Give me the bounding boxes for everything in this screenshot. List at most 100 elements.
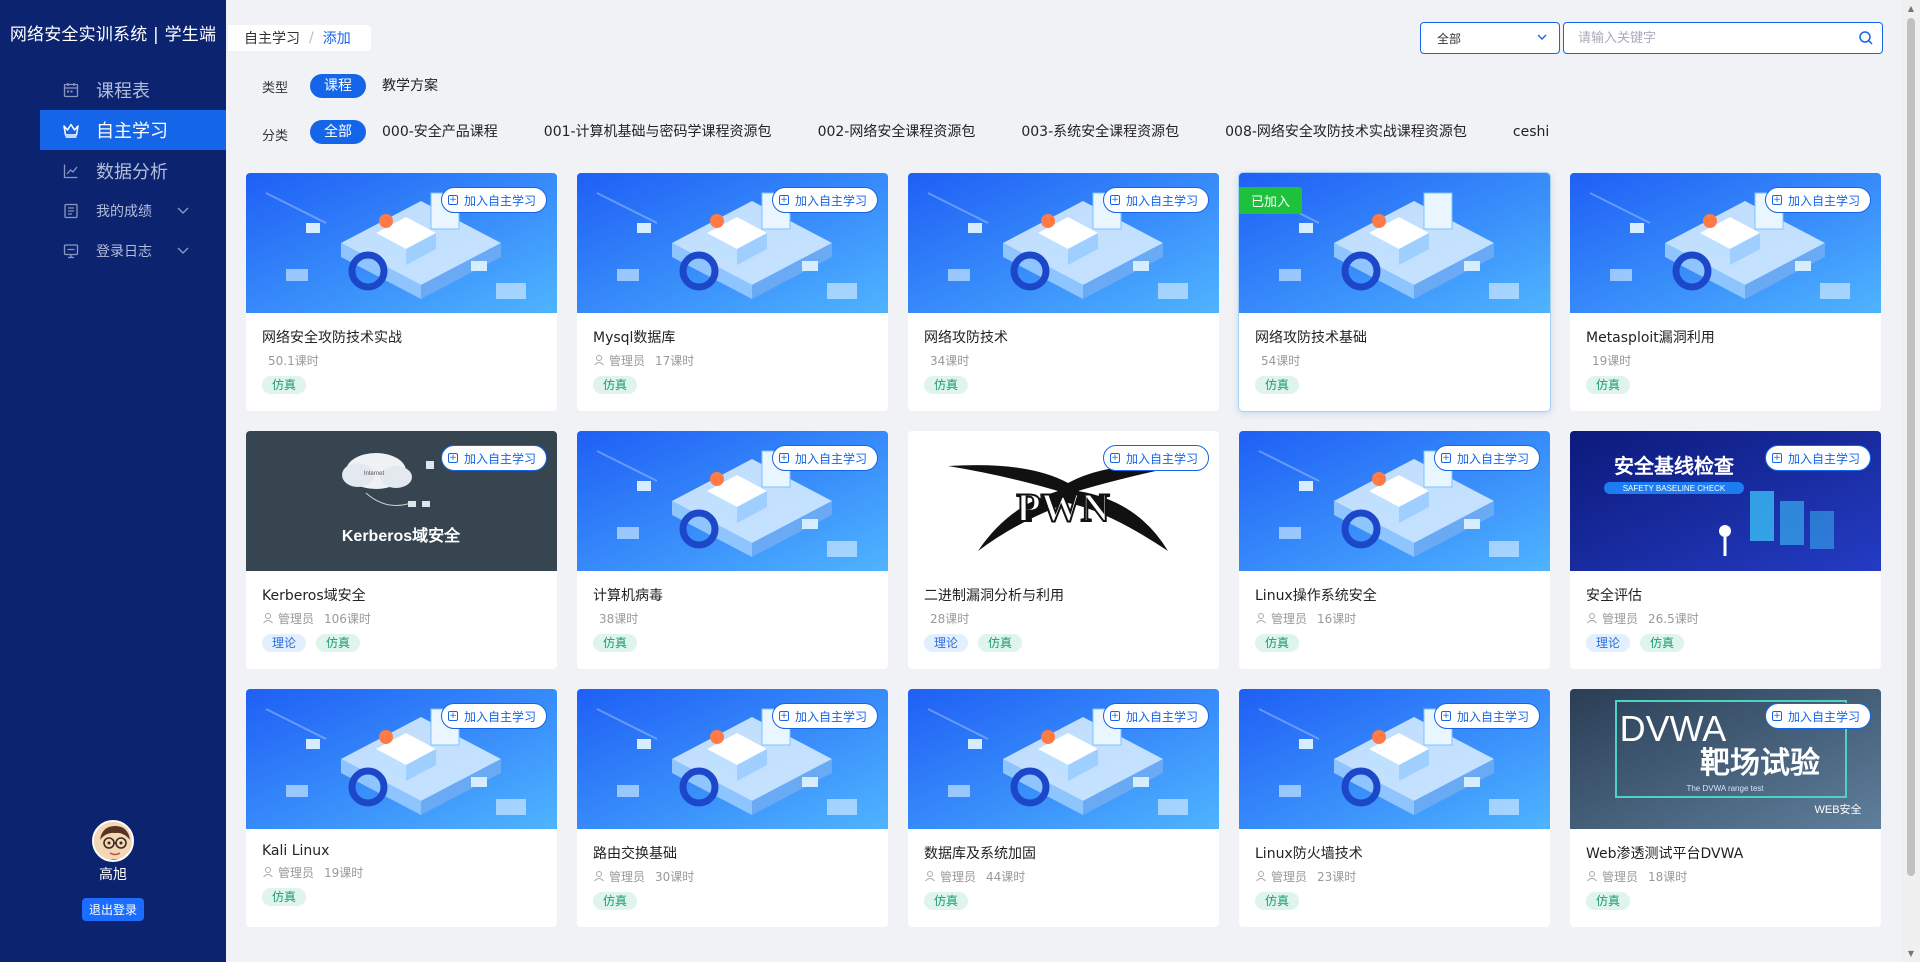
course-tag: 仿真 — [1640, 634, 1685, 652]
scrollbar-thumb[interactable] — [1907, 18, 1915, 876]
sidebar-item-label: 数据分析 — [96, 162, 168, 183]
course-meta: 管理员 17课时 — [593, 353, 872, 368]
join-self-study-button[interactable]: + 加入自主学习 — [1102, 703, 1209, 729]
page-scrollbar[interactable]: ▲ ▼ — [1902, 0, 1920, 962]
search-icon[interactable] — [1858, 30, 1874, 46]
join-label: 加入自主学习 — [794, 709, 867, 724]
course-card-body: Kerberos域安全 管理员 106课时 理论 仿真 — [246, 571, 557, 652]
scope-select[interactable]: 全部 — [1420, 22, 1560, 54]
plus-square-icon: + — [447, 195, 458, 205]
plus-square-icon: + — [447, 453, 458, 463]
join-self-study-button[interactable]: + 加入自主学习 — [1102, 445, 1209, 471]
svg-text:Internet: Internet — [364, 471, 385, 477]
course-tags: 仿真 — [924, 376, 1203, 394]
course-tags: 仿真 — [1255, 634, 1534, 652]
course-card[interactable]: DVWA 靶场试验 The DVWA range test WEB安全 + 加入自… — [1570, 689, 1881, 927]
logout-button[interactable]: 退出登录 — [81, 898, 144, 921]
category-option[interactable]: 000-安全产品课程 — [382, 120, 512, 144]
course-title: Web渗透测试平台DVWA — [1586, 846, 1744, 862]
course-tags: 仿真 — [1255, 892, 1534, 910]
join-self-study-button[interactable]: + 加入自主学习 — [1764, 187, 1871, 213]
plus-square-icon: + — [1771, 195, 1782, 205]
course-card[interactable]: + 加入自主学习 计算机病毒 38课时 仿真 — [577, 431, 888, 669]
join-self-study-button[interactable]: + 加入自主学习 — [771, 703, 878, 729]
course-title: 网络攻防技术 — [924, 330, 1008, 346]
course-card[interactable]: Internet Kerberos域安全 + 加入自主学习 Kerberos域安全… — [246, 431, 557, 669]
course-tag: 仿真 — [262, 376, 307, 394]
course-hours: 18课时 — [1648, 869, 1688, 884]
course-card[interactable]: 安全基线检查 SAFETY BASELINE CHECK + 加入自主学习 安全评… — [1570, 431, 1881, 669]
category-option-all[interactable]: 全部 — [310, 120, 366, 144]
course-card[interactable]: + 加入自主学习 网络攻防技术 34课时 仿真 — [908, 173, 1219, 411]
course-card[interactable]: + 加入自主学习 网络安全攻防技术实战 50.1课时 仿真 — [246, 173, 557, 411]
course-card-body: 计算机病毒 38课时 仿真 — [577, 571, 888, 652]
sidebar-item-scores[interactable]: 我的成绩 — [0, 191, 226, 231]
svg-text:WEB安全: WEB安全 — [1814, 802, 1861, 816]
search-box — [1563, 22, 1883, 54]
category-option[interactable]: ceshi — [1513, 120, 1563, 144]
course-card[interactable]: + 加入自主学习 Metasploit漏洞利用 19课时 仿真 — [1570, 173, 1881, 411]
course-meta: 54课时 — [1255, 353, 1534, 368]
sidebar-item-login-log[interactable]: 登录日志 — [0, 231, 226, 271]
course-tags: 仿真 — [262, 888, 541, 906]
join-self-study-button[interactable]: + 加入自主学习 — [440, 187, 547, 213]
course-card-body: Linux防火墙技术 管理员 23课时 仿真 — [1239, 829, 1550, 910]
scroll-up-arrow-icon[interactable]: ▲ — [1906, 4, 1916, 13]
type-option-course[interactable]: 课程 — [310, 74, 366, 98]
course-card[interactable]: + 加入自主学习 路由交换基础 管理员 30课时 仿真 — [577, 689, 888, 927]
plus-square-icon: + — [1771, 711, 1782, 721]
category-option[interactable]: 001-计算机基础与密码学课程资源包 — [544, 120, 786, 144]
join-self-study-button[interactable]: + 加入自主学习 — [1764, 703, 1871, 729]
course-card[interactable]: + 加入自主学习 数据库及系统加固 管理员 44课时 仿真 — [908, 689, 1219, 927]
course-card[interactable]: 已加入 网络攻防技术基础 54课时 仿真 — [1239, 173, 1550, 411]
sidebar-item-analytics[interactable]: 数据分析 — [0, 151, 226, 191]
course-tag: 仿真 — [593, 376, 638, 394]
course-hours: 106课时 — [324, 611, 371, 626]
scroll-down-arrow-icon[interactable]: ▼ — [1906, 949, 1916, 958]
plus-square-icon: + — [778, 195, 789, 205]
type-option-teaching-plan[interactable]: 教学方案 — [382, 74, 452, 98]
course-card-body: Kali Linux 管理员 19课时 仿真 — [246, 829, 557, 906]
course-meta: 28课时 — [924, 611, 1203, 626]
course-hours: 54课时 — [1261, 353, 1301, 368]
join-self-study-button[interactable]: + 加入自主学习 — [1433, 445, 1540, 471]
plus-square-icon: + — [1440, 453, 1451, 463]
course-meta: 管理员 26.5课时 — [1586, 611, 1865, 626]
category-option[interactable]: 003-系统安全课程资源包 — [1021, 120, 1193, 144]
breadcrumb-parent[interactable]: 自主学习 — [244, 28, 300, 48]
join-self-study-button[interactable]: + 加入自主学习 — [771, 187, 878, 213]
course-card[interactable]: PWN + 加入自主学习 二进制漏洞分析与利用 28课时 理论 仿真 — [908, 431, 1219, 669]
join-self-study-button[interactable]: + 加入自主学习 — [440, 703, 547, 729]
course-title: 安全评估 — [1586, 588, 1642, 604]
course-card-body: Metasploit漏洞利用 19课时 仿真 — [1570, 313, 1881, 394]
join-self-study-button[interactable]: + 加入自主学习 — [1433, 703, 1540, 729]
course-hours: 30课时 — [655, 869, 695, 884]
join-label: 加入自主学习 — [1787, 709, 1860, 724]
course-tag: 仿真 — [1255, 376, 1300, 394]
course-tags: 理论 仿真 — [262, 634, 541, 652]
course-author: 管理员 — [278, 611, 315, 626]
course-card[interactable]: + 加入自主学习 Linux操作系统安全 管理员 16课时 仿真 — [1239, 431, 1550, 669]
course-tags: 仿真 — [593, 376, 872, 394]
course-author: 管理员 — [940, 869, 977, 884]
course-card[interactable]: + 加入自主学习 Mysql数据库 管理员 17课时 仿真 — [577, 173, 888, 411]
category-option[interactable]: 008-网络安全攻防技术实战课程资源包 — [1225, 120, 1481, 144]
search-input[interactable] — [1564, 23, 1834, 53]
user-icon — [262, 612, 274, 624]
course-card[interactable]: + 加入自主学习 Linux防火墙技术 管理员 23课时 仿真 — [1239, 689, 1550, 927]
sidebar-item-schedule[interactable]: 课程表 — [0, 70, 226, 110]
join-self-study-button[interactable]: + 加入自主学习 — [1764, 445, 1871, 471]
sidebar-item-self-study[interactable]: 自主学习 — [40, 110, 226, 150]
course-tags: 仿真 — [1586, 892, 1865, 910]
course-tag: 理论 — [924, 634, 969, 652]
course-cover: + 加入自主学习 — [1239, 431, 1550, 571]
plus-square-icon: + — [447, 711, 458, 721]
category-option[interactable]: 002-网络安全课程资源包 — [818, 120, 990, 144]
course-card[interactable]: + 加入自主学习 Kali Linux 管理员 19课时 仿真 — [246, 689, 557, 927]
join-self-study-button[interactable]: + 加入自主学习 — [440, 445, 547, 471]
join-self-study-button[interactable]: + 加入自主学习 — [1102, 187, 1209, 213]
course-hours: 26.5课时 — [1648, 611, 1699, 626]
join-label: 加入自主学习 — [1125, 709, 1198, 724]
avatar[interactable] — [92, 820, 134, 862]
join-self-study-button[interactable]: + 加入自主学习 — [771, 445, 878, 471]
